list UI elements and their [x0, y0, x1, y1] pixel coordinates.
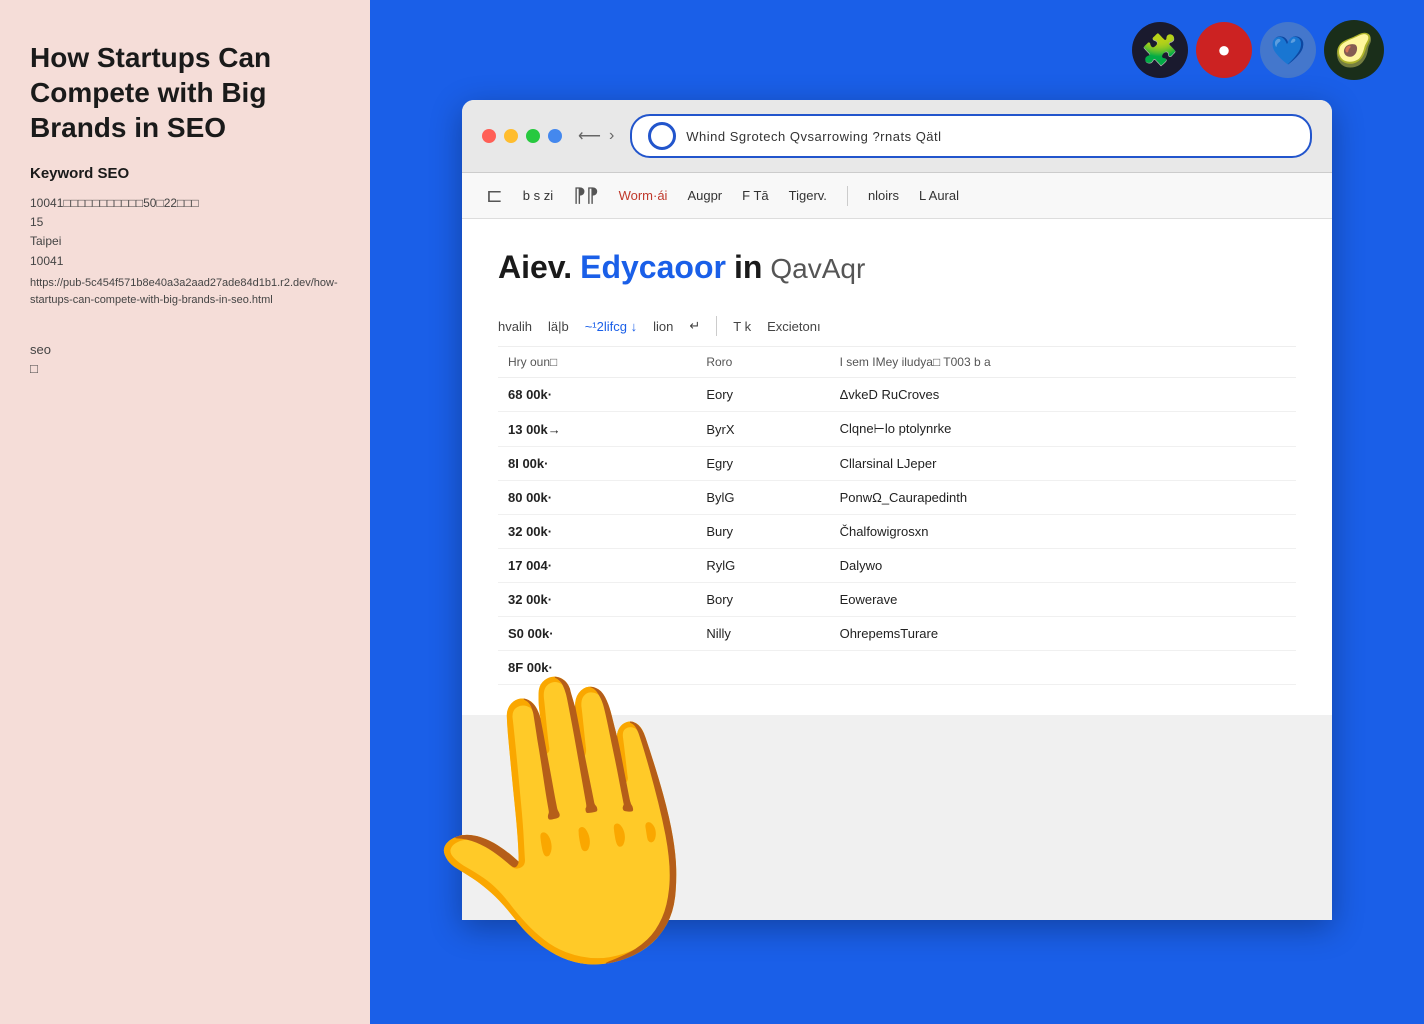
table-row: 32 00k·BuryČhalfowigrosxn [498, 515, 1296, 549]
table-cell-vol: 8F 00k· [498, 651, 696, 685]
sub-toolbar: hvalih lä|b ~¹2lifcg ↓ lion ↵ T k Exciet… [498, 306, 1296, 347]
heading-part1: Aiev. [498, 249, 572, 286]
browser-icon [648, 122, 676, 150]
main-area: 🧩 ● 💙 🥑 ⟵ › [370, 0, 1424, 1024]
table-row: 80 00k·BylGPonwΩ_Caurapedinth [498, 481, 1296, 515]
page-title-area: Aiev. Edycaoor in QavAqr [498, 249, 1296, 286]
sidebar-meta: 10041□□□□□□□□□□□50□22□□□ 15 Taipei 10041… [30, 194, 340, 310]
toolbar-item-1: b s zi [523, 188, 553, 203]
tag-seo: seo [30, 342, 340, 357]
table-cell-col2: RylG [696, 549, 829, 583]
toolbar-worm: Worm·ái [619, 188, 668, 203]
browser-chrome: ⟵ › Whind Sgrotech Qvsarrowing ?rnats Qä… [462, 100, 1332, 173]
subtoolbar-lb[interactable]: lä|b [548, 319, 569, 334]
minimize-button[interactable] [504, 129, 518, 143]
table-cell-vol: 17 004· [498, 549, 696, 583]
table-cell-col3: Dalywo [830, 549, 1296, 583]
meta-url: https://pub-5c454f571b8e40a3a2aad27ade84… [30, 275, 340, 310]
table-cell-col2: Bory [696, 583, 829, 617]
table-cell-col3: ΔvkeD RuCroves [830, 378, 1296, 412]
toolbar-divider [847, 186, 848, 206]
meta-line-3: Taipei [30, 232, 340, 251]
meta-line-2: 15 [30, 213, 340, 232]
col-header-1: Hry oun□ [498, 347, 696, 378]
table-cell-vol: 8I 00k· [498, 447, 696, 481]
data-table: Hry oun□ Roro I sem IMey iludya□ T003 b … [498, 347, 1296, 685]
table-row: 17 004·RylGDalywo [498, 549, 1296, 583]
table-row: 8F 00k· [498, 651, 1296, 685]
table-cell-col3 [830, 651, 1296, 685]
top-icons-row: 🧩 ● 💙 🥑 [370, 20, 1424, 80]
address-text: Whind Sgrotech Qvsarrowing ?rnats Qätl [686, 129, 941, 144]
nav-forward[interactable]: › [609, 127, 614, 145]
icon-avocado[interactable]: 🥑 [1324, 20, 1384, 80]
icon-blue[interactable]: 💙 [1260, 22, 1316, 78]
col-header-2: Roro [696, 347, 829, 378]
meta-line-1: 10041□□□□□□□□□□□50□22□□□ [30, 194, 340, 213]
browser-wrapper: ⟵ › Whind Sgrotech Qvsarrowing ?rnats Qä… [462, 100, 1332, 920]
table-cell-col3: Eowerave [830, 583, 1296, 617]
toolbar-nloirs: nloirs [868, 188, 899, 203]
heading-part3: in [734, 249, 762, 286]
table-cell-vol: 68 00k· [498, 378, 696, 412]
heading-subtitle: QavAqr [770, 253, 865, 285]
tag-2: □ [30, 361, 340, 376]
close-button[interactable] [482, 129, 496, 143]
table-row: 13 00k→ByrXClqne⊢lo ptolynrke [498, 412, 1296, 447]
col-header-3: I sem IMey iludya□ T003 b a [830, 347, 1296, 378]
extra-button[interactable] [548, 129, 562, 143]
table-row: S0 00k·NillyOhrepemsTurare [498, 617, 1296, 651]
heading-part2: Edycaoor [580, 249, 726, 286]
nav-back[interactable]: ⟵ [578, 126, 601, 146]
icon-heart[interactable]: ● [1196, 22, 1252, 78]
sidebar: How Startups Can Compete with Big Brands… [0, 0, 370, 1024]
subtoolbar-12lifcg[interactable]: ~¹2lifcg ↓ [585, 319, 637, 334]
page-heading: Aiev. Edycaoor in QavAqr [498, 249, 1296, 286]
nav-controls: ⟵ › [578, 126, 614, 146]
article-title: How Startups Can Compete with Big Brands… [30, 40, 340, 145]
table-cell-col3: Cllarsinal LJeper [830, 447, 1296, 481]
table-cell-col3: Clqne⊢lo ptolynrke [830, 412, 1296, 447]
meta-line-4: 10041 [30, 252, 340, 271]
table-cell-col2: BylG [696, 481, 829, 515]
sidebar-tags: seo □ [30, 342, 340, 376]
table-cell-col2: Bury [696, 515, 829, 549]
table-cell-col3: Čhalfowigrosxn [830, 515, 1296, 549]
keyword-label: Keyword SEO [30, 165, 340, 182]
subtoolbar-lion[interactable]: lion [653, 319, 673, 334]
table-cell-vol: S0 00k· [498, 617, 696, 651]
table-cell-vol: 32 00k· [498, 515, 696, 549]
toolbar-icon-1: ⊏ [486, 183, 503, 208]
table-cell-col3: OhrepemsTurare [830, 617, 1296, 651]
table-cell-col2: ByrX [696, 412, 829, 447]
browser-content: Aiev. Edycaoor in QavAqr hvalih lä|b ~¹2… [462, 219, 1332, 715]
subtoolbar-arrow[interactable]: ↵ [689, 318, 700, 334]
table-cell-vol: 32 00k· [498, 583, 696, 617]
address-bar[interactable]: Whind Sgrotech Qvsarrowing ?rnats Qätl [630, 114, 1312, 158]
table-row: 32 00k·BoryEowerave [498, 583, 1296, 617]
traffic-lights [482, 129, 562, 143]
toolbar-ta: F Tā [742, 188, 769, 203]
subtoolbar-tk[interactable]: T k [733, 319, 751, 334]
table-cell-col2 [696, 651, 829, 685]
browser-toolbar: ⊏ b s zi ⁋⁋ Worm·ái Augpr F Tā Tigerv. n… [462, 173, 1332, 219]
icon-puzzle[interactable]: 🧩 [1132, 22, 1188, 78]
subtoolbar-exc[interactable]: Excietonı [767, 319, 820, 334]
table-cell-col2: Nilly [696, 617, 829, 651]
maximize-button[interactable] [526, 129, 540, 143]
table-cell-col2: Eory [696, 378, 829, 412]
table-row: 8I 00k·EgryCllarsinal LJeper [498, 447, 1296, 481]
toolbar-aural: L Aural [919, 188, 959, 203]
subtoolbar-hvalih[interactable]: hvalih [498, 319, 532, 334]
table-cell-vol: 80 00k· [498, 481, 696, 515]
toolbar-icon-2: ⁋⁋ [573, 183, 598, 208]
browser-window: ⟵ › Whind Sgrotech Qvsarrowing ?rnats Qä… [462, 100, 1332, 920]
table-cell-col2: Egry [696, 447, 829, 481]
table-cell-col3: PonwΩ_Caurapedinth [830, 481, 1296, 515]
toolbar-augpr: Augpr [687, 188, 722, 203]
toolbar-tiger: Tigerv. [789, 188, 827, 203]
table-row: 68 00k·EoryΔvkeD RuCroves [498, 378, 1296, 412]
table-cell-vol: 13 00k→ [498, 412, 696, 447]
subtoolbar-divider [716, 316, 717, 336]
